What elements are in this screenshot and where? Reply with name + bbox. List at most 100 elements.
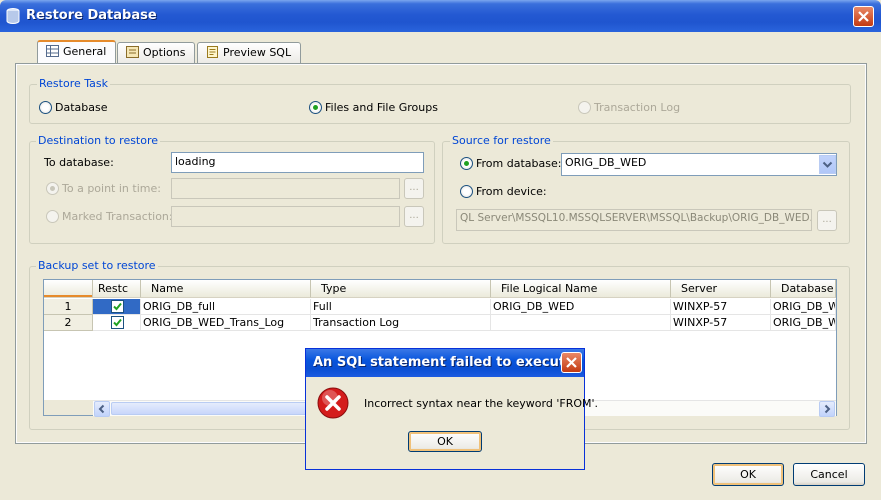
radio-from-device-button[interactable] [460, 185, 473, 198]
window-close-button[interactable] [853, 6, 874, 27]
radio-files-and-file-groups[interactable]: Files and File Groups [309, 101, 438, 114]
from-database-dropdown-button[interactable] [819, 155, 836, 174]
column-header-server-label: Server [681, 282, 718, 295]
to-database-label: To database: [44, 156, 114, 169]
radio-files-and-file-groups-label: Files and File Groups [325, 101, 438, 114]
tab-options-label: Options [143, 46, 186, 59]
tab-preview-sql-label: Preview SQL [223, 46, 292, 59]
table-row-restore-cell[interactable] [93, 299, 141, 315]
backup-set-label: Backup set to restore [36, 259, 158, 272]
error-dialog-title: An SQL statement failed to execute. [313, 355, 579, 370]
options-tab-icon [126, 46, 139, 58]
radio-database-button[interactable] [39, 101, 52, 114]
cancel-button-label: Cancel [810, 468, 848, 481]
tab-preview-sql[interactable]: Preview SQL [197, 42, 301, 63]
general-tab-icon [46, 45, 59, 57]
close-icon [566, 357, 577, 368]
column-header-type[interactable]: Type [311, 280, 491, 298]
radio-from-device-label: From device: [476, 185, 547, 198]
table-row-file-logical-name-cell[interactable]: ORIG_DB_WED [491, 299, 671, 315]
marked-transaction-input [171, 206, 400, 227]
row-header-1[interactable]: 1 [44, 299, 93, 315]
tab-general[interactable]: General [37, 40, 116, 64]
error-dialog-close-button[interactable] [561, 352, 582, 373]
radio-database[interactable]: Database [39, 101, 108, 114]
table-row-name-cell[interactable]: ORIG_DB_full [141, 299, 311, 315]
table-row-file-logical-name-cell[interactable] [491, 315, 671, 331]
preview-sql-tab-icon [207, 46, 218, 58]
column-header-restore[interactable]: Restc [93, 280, 141, 298]
close-icon [858, 11, 869, 22]
table-row-type-cell[interactable]: Full [311, 299, 491, 315]
radio-point-in-time-button [46, 182, 59, 195]
window-title: Restore Database [26, 8, 157, 23]
radio-transaction-log-button [578, 101, 591, 114]
error-dialog-ok-label: OK [437, 435, 453, 448]
radio-marked-transaction-label: Marked Transaction: [62, 210, 173, 223]
table-row-database-cell[interactable]: ORIG_DB_WE [771, 315, 836, 331]
device-path-value: QL Server\MSSQL10.MSSQLSERVER\MSSQL\Back… [460, 212, 812, 224]
radio-point-in-time: To a point in time: [46, 182, 161, 195]
restore-task-group [29, 84, 851, 124]
scroll-thumb[interactable] [111, 402, 311, 415]
column-header-server[interactable]: Server [671, 280, 771, 298]
point-in-time-browse-button: ... [404, 178, 424, 199]
table-row-server-cell[interactable]: WINXP-57 [671, 315, 771, 331]
ok-button-label: OK [740, 468, 756, 481]
table-row-server-cell[interactable]: WINXP-57 [671, 299, 771, 315]
restore-task-label: Restore Task [37, 77, 110, 90]
tab-options[interactable]: Options [117, 42, 195, 63]
radio-from-device[interactable]: From device: [460, 185, 547, 198]
to-database-input[interactable]: loading [171, 152, 424, 173]
device-path-input: QL Server\MSSQL10.MSSQLSERVER\MSSQL\Back… [456, 209, 812, 231]
check-icon [113, 302, 122, 311]
table-row-database-cell[interactable]: ORIG_DB_WE [771, 299, 836, 315]
ok-button[interactable]: OK [712, 463, 784, 486]
column-header-name[interactable]: Name [141, 280, 311, 298]
column-header-type-label: Type [321, 282, 347, 295]
column-header-restore-label: Restc [98, 282, 129, 295]
check-icon [113, 318, 122, 327]
tab-general-label: General [63, 45, 107, 58]
radio-database-label: Database [55, 101, 108, 114]
table-row-restore-cell[interactable] [93, 315, 141, 331]
radio-marked-transaction-button [46, 210, 59, 223]
grid-corner-accent [44, 295, 92, 297]
cancel-button[interactable]: Cancel [793, 463, 865, 486]
radio-point-in-time-label: To a point in time: [62, 182, 161, 195]
row-header-2[interactable]: 2 [44, 315, 93, 331]
chevron-left-icon [98, 404, 105, 414]
radio-from-database-label: From database: [476, 157, 562, 170]
column-header-name-label: Name [151, 282, 184, 295]
error-dialog-ok-button[interactable]: OK [408, 431, 482, 452]
error-dialog-message: Incorrect syntax near the keyword 'FROM'… [364, 397, 599, 410]
radio-transaction-log: Transaction Log [578, 101, 680, 114]
column-header-file-logical-name-label: File Logical Name [501, 282, 598, 295]
error-icon [317, 387, 349, 419]
grid-corner [44, 280, 93, 298]
scroll-right-button[interactable] [819, 401, 835, 417]
device-browse-button: ... [817, 210, 837, 231]
database-icon [6, 8, 20, 24]
from-database-value: ORIG_DB_WED [565, 156, 647, 169]
point-in-time-input [171, 178, 400, 199]
chevron-right-icon [824, 404, 831, 414]
from-database-select[interactable]: ORIG_DB_WED [561, 153, 837, 176]
restore-checkbox-1[interactable] [111, 300, 124, 313]
column-header-database[interactable]: Database [771, 280, 836, 298]
radio-from-database[interactable]: From database: [460, 157, 561, 170]
chevron-down-icon [822, 161, 833, 168]
radio-from-database-button[interactable] [460, 157, 473, 170]
destination-label: Destination to restore [36, 134, 161, 147]
table-row-name-cell[interactable]: ORIG_DB_WED_Trans_Log [141, 315, 311, 331]
column-header-database-label: Database [781, 282, 834, 295]
radio-files-and-file-groups-button[interactable] [309, 101, 322, 114]
scroll-left-button[interactable] [94, 401, 110, 417]
restore-checkbox-2[interactable] [111, 316, 124, 329]
marked-transaction-browse-button: ... [404, 206, 424, 227]
source-label: Source for restore [450, 134, 553, 147]
radio-marked-transaction: Marked Transaction: [46, 210, 173, 223]
radio-transaction-log-label: Transaction Log [594, 101, 681, 114]
table-row-type-cell[interactable]: Transaction Log [311, 315, 491, 331]
column-header-file-logical-name[interactable]: File Logical Name [491, 280, 671, 298]
